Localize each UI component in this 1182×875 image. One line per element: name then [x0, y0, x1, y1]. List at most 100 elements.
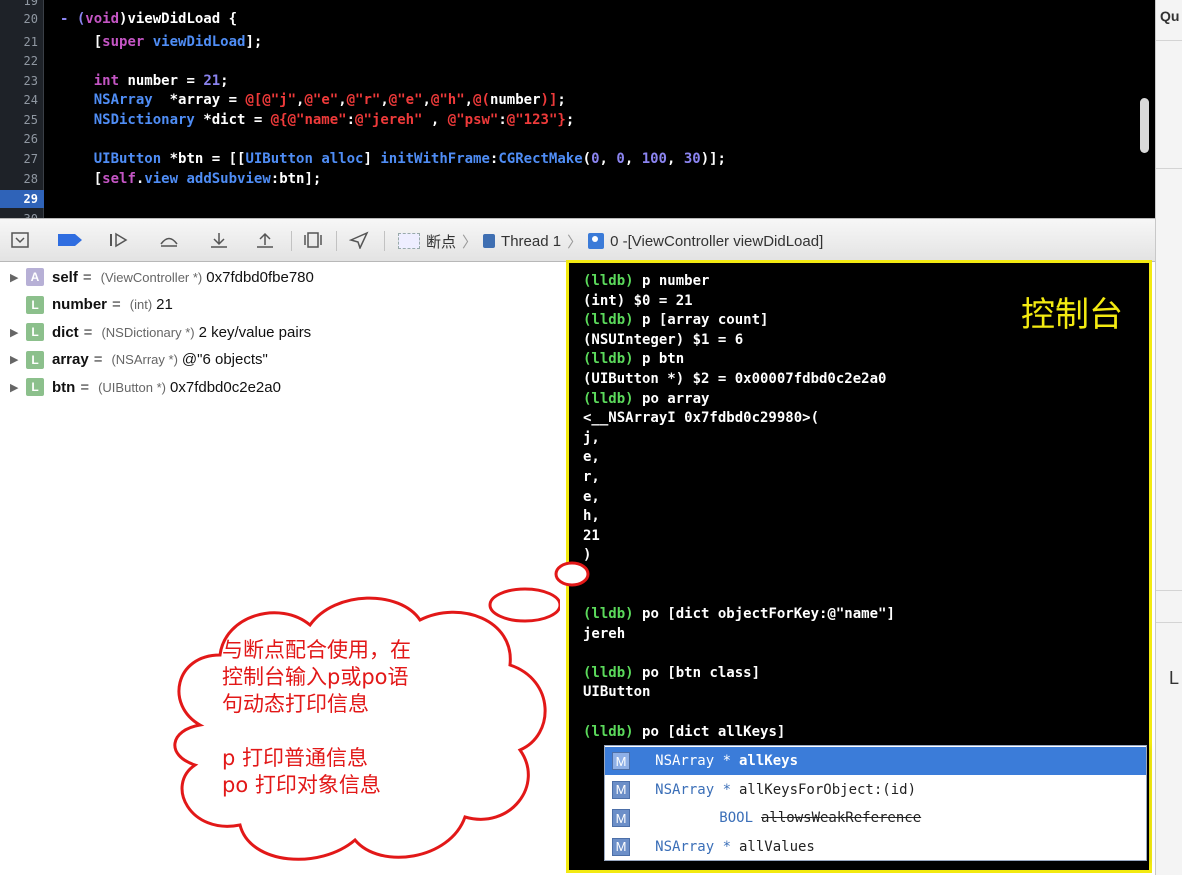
- hide-debug-area-button[interactable]: [8, 229, 32, 251]
- code-line-23[interactable]: int number = 21;: [60, 72, 229, 90]
- console-output-line: e,: [583, 449, 600, 466]
- console-command: po [dict objectForKey:@"name"]: [642, 606, 895, 623]
- code-line-27[interactable]: UIButton *btn = [[UIButton alloc] initWi…: [60, 150, 726, 168]
- location-arrow-icon: [349, 231, 369, 249]
- line-number[interactable]: 29: [0, 190, 44, 208]
- code-line-25[interactable]: NSDictionary *dict = @{@"name":@"jereh" …: [60, 111, 575, 129]
- local-badge-icon: L: [26, 378, 44, 396]
- disclosure-triangle-icon[interactable]: ▶: [10, 271, 22, 284]
- line-number[interactable]: 19: [0, 0, 38, 10]
- console-command-line: (lldb) po [dict allKeys]: [583, 723, 895, 743]
- line-number[interactable]: 23: [0, 72, 38, 90]
- line-number[interactable]: 22: [0, 52, 38, 70]
- divider: [384, 231, 385, 251]
- console-output-line: j,: [583, 429, 600, 446]
- breadcrumb-frame[interactable]: 0 -[ViewController viewDidLoad]: [610, 233, 823, 250]
- variable-value: 0x7fdbd0fbe780: [206, 268, 314, 286]
- code-line-24[interactable]: NSArray *array = @[@"j",@"e",@"r",@"e",@…: [60, 91, 566, 109]
- variable-value: @"6 objects": [181, 351, 268, 368]
- callout-text: 与断点配合使用，在 控制台输入p或po语 句动态打印信息 p 打印普通信息 po 打印…: [222, 637, 411, 799]
- console-command-line: (lldb) po array: [583, 390, 895, 410]
- variable-type: (UIButton *): [98, 379, 167, 395]
- editor-scrollbar[interactable]: [1140, 98, 1149, 153]
- line-number[interactable]: 30: [0, 210, 38, 218]
- autocomplete-item[interactable]: M NSArray * allValues: [605, 833, 1146, 861]
- console-output-line: (int) $0 = 21: [583, 292, 693, 309]
- chevron-right-icon: 〉: [567, 233, 583, 251]
- disclosure-triangle-icon[interactable]: ▶: [10, 326, 22, 339]
- equals-sign: =: [112, 296, 121, 313]
- variable-value: 0x7fdbd0c2e2a0: [170, 378, 281, 396]
- callout-line: p 打印普通信息: [222, 746, 369, 770]
- disclosure-triangle-icon[interactable]: ▶: [10, 353, 22, 366]
- console-command: p [array count]: [642, 312, 769, 329]
- variable-row-array[interactable]: ▶ Larray = (NSArray *) @"6 objects": [10, 349, 268, 371]
- code-line-21[interactable]: [super viewDidLoad];: [60, 33, 263, 51]
- line-number[interactable]: 27: [0, 150, 38, 168]
- console-command-line: (lldb) po [btn class]: [583, 664, 895, 684]
- callout-line: po 打印对象信息: [222, 773, 381, 797]
- console-output-line: (UIButton *) $2 = 0x00007fdbd0c2e2a0: [583, 370, 887, 387]
- variable-name: dict: [52, 323, 79, 341]
- return-type: BOOL: [719, 810, 753, 826]
- continue-icon: [110, 232, 128, 248]
- console-annotation-label: 控制台: [1021, 295, 1123, 335]
- code-line-20[interactable]: - (void)viewDidLoad {: [60, 10, 237, 28]
- variable-row-self[interactable]: ▶ Aself = (ViewController *) 0x7fdbd0fbe780: [10, 266, 314, 288]
- callout-line: [222, 718, 411, 745]
- variable-type: (int): [129, 297, 153, 312]
- code-editor[interactable]: 192021222324252627282930 - (void)viewDid…: [0, 0, 1155, 218]
- console-output-line: h,: [583, 508, 600, 525]
- console-command: po array: [642, 390, 710, 407]
- line-number[interactable]: 20: [0, 10, 38, 28]
- console-command-line: (lldb) po [dict objectForKey:@"name"]: [583, 605, 895, 625]
- step-into-button[interactable]: [206, 229, 232, 251]
- variable-row-btn[interactable]: ▶ Lbtn = (UIButton *) 0x7fdbd0c2e2a0: [10, 376, 281, 398]
- line-number[interactable]: 21: [0, 33, 38, 51]
- line-number[interactable]: 26: [0, 130, 38, 148]
- utilities-panel-label: L: [1169, 668, 1180, 688]
- step-over-button[interactable]: [156, 229, 182, 251]
- code-line-28[interactable]: [self.view addSubview:btn];: [60, 170, 322, 188]
- line-number[interactable]: 25: [0, 111, 38, 129]
- console-command-line: (lldb) p number: [583, 272, 895, 292]
- disclosure-triangle-icon[interactable]: ▶: [10, 381, 22, 394]
- utilities-panel-title: Qu: [1160, 8, 1180, 24]
- console-output-line: r,: [583, 468, 600, 485]
- continue-button[interactable]: [106, 229, 132, 251]
- lldb-prompt: (lldb): [583, 390, 634, 407]
- lldb-prompt: (lldb): [583, 606, 634, 623]
- variable-type: (NSArray *): [111, 352, 178, 367]
- autocomplete-item[interactable]: M BOOL allowsWeakReference: [605, 804, 1146, 832]
- console-command: p btn: [642, 351, 685, 368]
- console-output-line: (NSUInteger) $1 = 6: [583, 331, 744, 348]
- autocomplete-item[interactable]: M NSArray * allKeys: [605, 747, 1146, 775]
- breadcrumb-breakpoint[interactable]: 断点: [426, 231, 456, 252]
- variable-row-number[interactable]: Lnumber = (int) 21: [10, 294, 173, 316]
- method-kind-icon: M: [612, 809, 630, 827]
- callout-line: 句动态打印信息: [222, 692, 369, 716]
- variable-name: array: [52, 351, 89, 368]
- local-badge-icon: L: [26, 295, 44, 314]
- console-command: po [dict allKeys]: [642, 723, 786, 740]
- return-type: NSArray *: [655, 753, 731, 769]
- lldb-prompt: (lldb): [583, 273, 634, 289]
- variable-row-dict[interactable]: ▶ Ldict = (NSDictionary *) 2 key/value pairs: [10, 321, 311, 343]
- step-into-icon: [211, 233, 227, 248]
- variable-type: (NSDictionary *): [101, 324, 195, 340]
- equals-sign: =: [93, 351, 103, 368]
- console-output[interactable]: (lldb) p number (int) $0 = 21 (lldb) p [ar…: [583, 272, 895, 742]
- method-kind-icon: M: [612, 752, 630, 770]
- line-number[interactable]: 28: [0, 170, 38, 188]
- variable-name: number: [52, 296, 108, 313]
- breakpoints-toggle-button[interactable]: [56, 229, 84, 251]
- method-name: allValues: [739, 838, 815, 855]
- line-number[interactable]: 24: [0, 91, 38, 109]
- simulate-location-button[interactable]: [346, 229, 372, 251]
- view-hierarchy-button[interactable]: [300, 229, 326, 251]
- breadcrumb-thread[interactable]: Thread 1: [501, 233, 561, 250]
- step-out-button[interactable]: [252, 229, 278, 251]
- autocomplete-item[interactable]: M NSArray * allKeysForObject:(id): [605, 776, 1146, 804]
